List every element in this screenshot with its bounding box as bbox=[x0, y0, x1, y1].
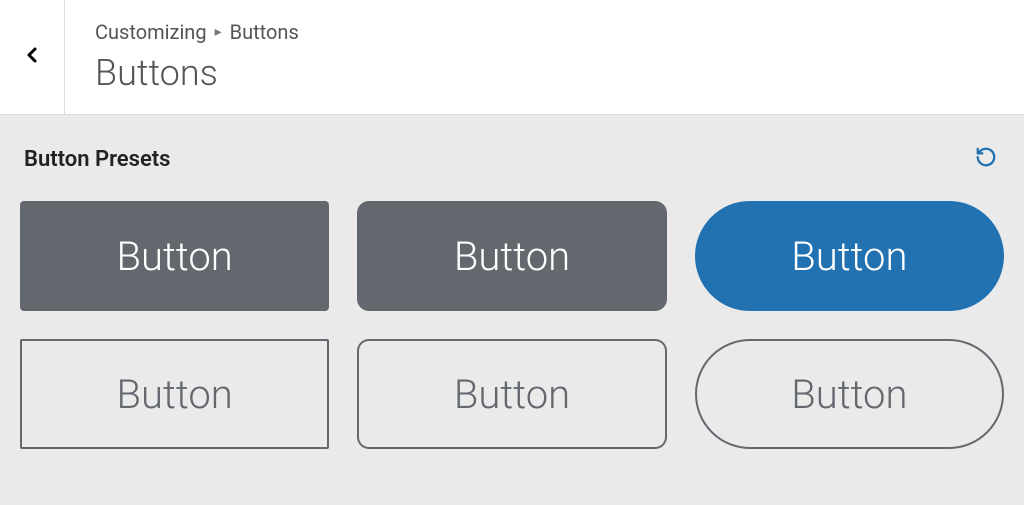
customizer-header: Customizing ▸ Buttons Buttons bbox=[0, 0, 1024, 115]
customizer-panel: Button Presets Button Button Button Butt… bbox=[0, 115, 1024, 505]
header-content: Customizing ▸ Buttons Buttons bbox=[65, 0, 329, 114]
reset-button[interactable] bbox=[972, 145, 1000, 173]
breadcrumb: Customizing ▸ Buttons bbox=[95, 20, 299, 44]
preset-label: Button bbox=[117, 233, 233, 280]
preset-label: Button bbox=[454, 371, 570, 418]
preset-solid-dark-rounded[interactable]: Button bbox=[357, 201, 666, 311]
preset-label: Button bbox=[791, 233, 907, 280]
breadcrumb-current: Buttons bbox=[230, 20, 299, 44]
caret-right-icon: ▸ bbox=[215, 24, 222, 40]
presets-grid: Button Button Button Button Button Butto… bbox=[20, 201, 1004, 449]
preset-outline-pill[interactable]: Button bbox=[695, 339, 1004, 449]
preset-outline-rounded[interactable]: Button bbox=[357, 339, 666, 449]
chevron-left-icon bbox=[20, 43, 44, 71]
preset-label: Button bbox=[117, 371, 233, 418]
page-title: Buttons bbox=[95, 52, 299, 94]
preset-label: Button bbox=[454, 233, 570, 280]
section-header: Button Presets bbox=[20, 145, 1004, 173]
breadcrumb-root: Customizing bbox=[95, 20, 207, 44]
preset-solid-dark-square[interactable]: Button bbox=[20, 201, 329, 311]
back-button[interactable] bbox=[0, 0, 65, 114]
section-title: Button Presets bbox=[24, 147, 170, 172]
reset-icon bbox=[975, 146, 997, 172]
preset-label: Button bbox=[791, 371, 907, 418]
preset-solid-blue-pill[interactable]: Button bbox=[695, 201, 1004, 311]
preset-outline-square[interactable]: Button bbox=[20, 339, 329, 449]
